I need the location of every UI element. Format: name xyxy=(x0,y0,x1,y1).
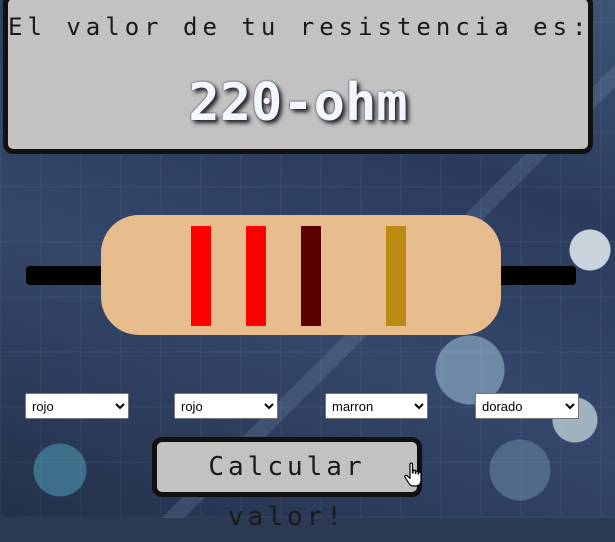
band-3-multiplier xyxy=(301,226,321,326)
band-4-tolerance xyxy=(386,226,406,326)
result-panel: El valor de tu resistencia es: 220-ohm xyxy=(3,0,593,154)
resistor-body-center xyxy=(190,226,410,324)
result-title: El valor de tu resistencia es: xyxy=(8,13,592,41)
band-2-select[interactable]: rojo xyxy=(174,393,278,419)
band-1 xyxy=(191,226,211,326)
calculate-button[interactable]: Calcular valor! xyxy=(152,437,422,532)
multiplier-select[interactable]: marron xyxy=(325,393,428,419)
band-selectors: rojo rojo marron dorado xyxy=(0,393,615,419)
band-1-select[interactable]: rojo xyxy=(25,393,129,419)
tolerance-select[interactable]: dorado xyxy=(475,393,579,419)
band-2 xyxy=(246,226,266,326)
resistance-value: 220-ohm xyxy=(188,73,408,133)
hand-pointer-icon xyxy=(404,462,422,487)
